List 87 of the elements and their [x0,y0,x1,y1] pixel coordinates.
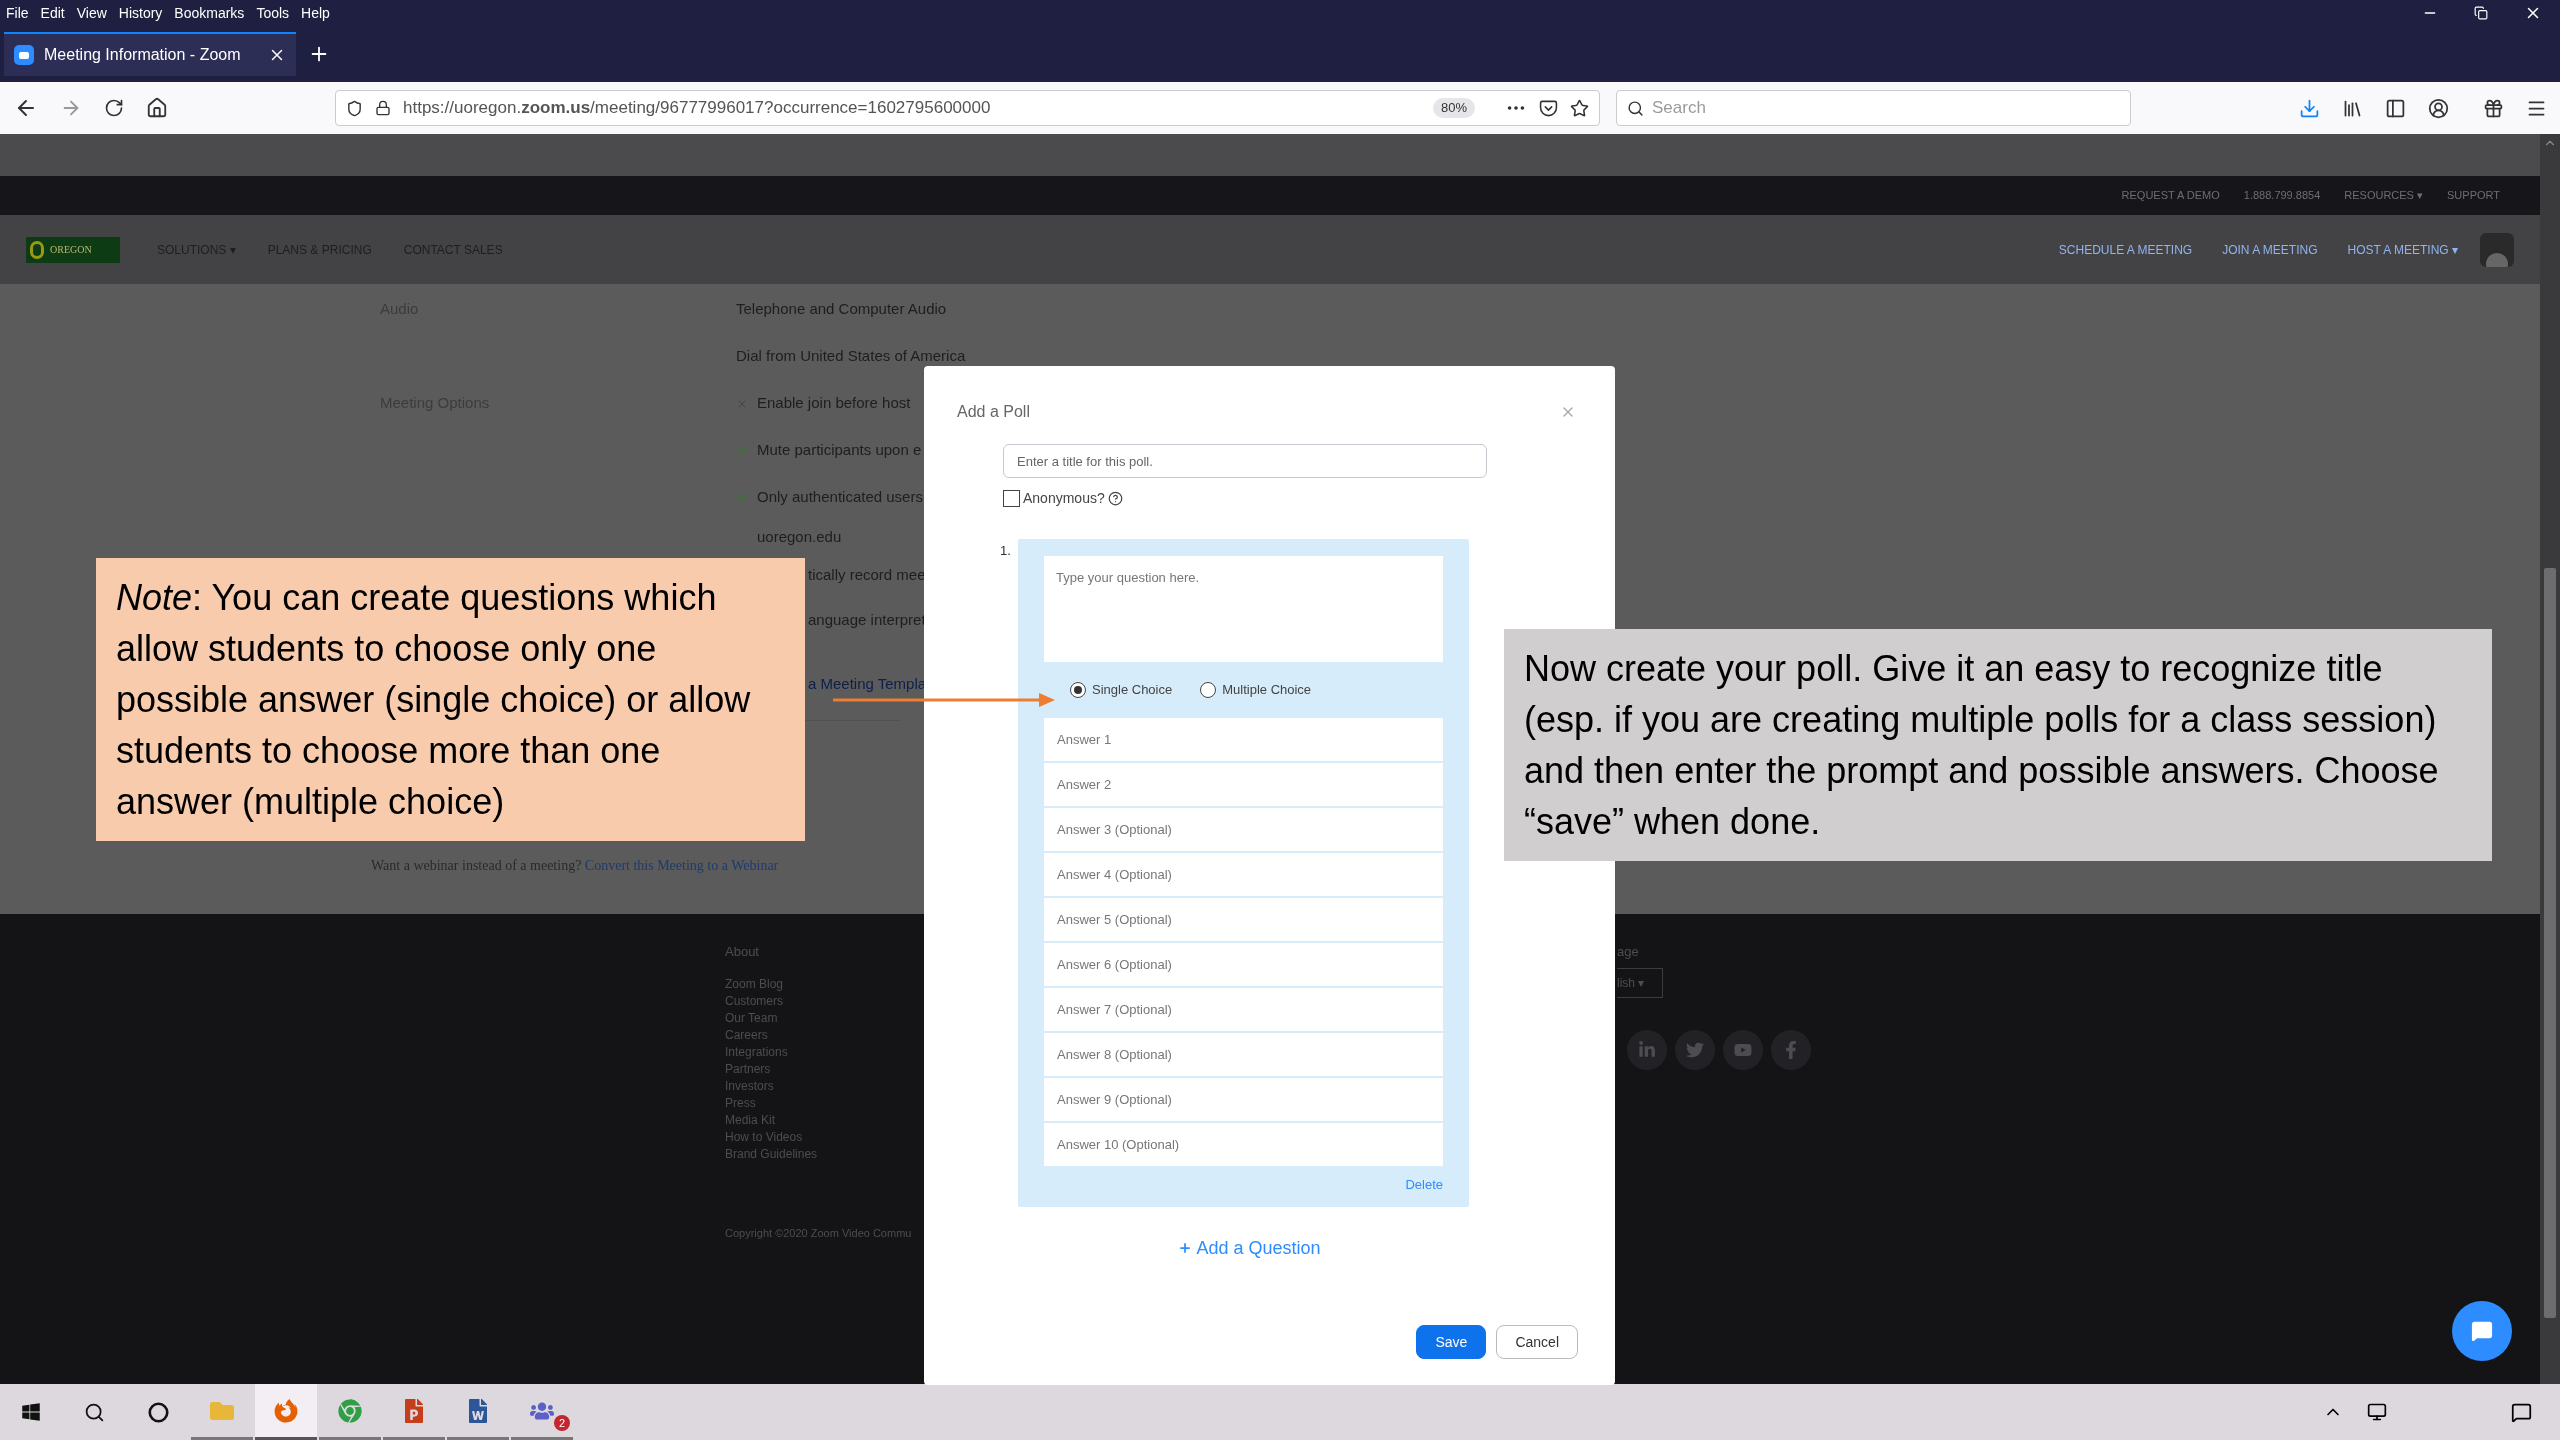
taskbar-button[interactable]: 2 [511,1384,573,1440]
gift-icon[interactable] [2483,97,2504,119]
menu-item[interactable]: Help [301,2,330,24]
menu-item[interactable]: Tools [256,2,290,24]
shield-icon[interactable] [346,99,363,117]
lock-icon [375,100,391,116]
reload-icon[interactable] [104,98,124,118]
scrollbar[interactable] [2540,134,2560,1384]
answer-field[interactable]: Answer 6 (Optional) [1044,943,1443,986]
account-icon[interactable] [2428,97,2449,119]
browser-tab[interactable]: Meeting Information - Zoom [4,32,296,76]
university-logo[interactable]: OREGON [26,236,120,263]
option-text: Only authenticated users [757,487,923,508]
radio-label[interactable]: Multiple Choice [1222,680,1312,700]
nav-link[interactable]: SCHEDULE A MEETING [2058,240,2193,259]
chat-icon [2471,1320,2493,1342]
top-link[interactable]: RESOURCES ▾ [2344,187,2423,204]
checkbox[interactable] [1003,490,1020,507]
menu-item[interactable]: History [118,2,163,24]
poll-title-field[interactable]: Enter a title for this poll. [1003,444,1487,478]
taskbar-button[interactable] [255,1384,317,1440]
answer-field[interactable]: Answer 9 (Optional) [1044,1078,1443,1121]
question-field[interactable]: Type your question here. [1044,556,1443,662]
add-question-link[interactable]: Add a Question [1178,1234,1321,1262]
option-text: Dial from United States of America [736,346,966,367]
answer-field[interactable]: Answer 3 (Optional) [1044,808,1443,851]
menu-item[interactable]: View [76,2,107,24]
help-icon[interactable] [1107,491,1123,506]
option-text: tically record mee [808,565,926,586]
option-text: Enable join before host [757,393,911,414]
copyright-text: Copyright ©2020 Zoom Video Commu [725,1225,913,1241]
star-icon[interactable] [1570,98,1589,118]
scrollbar-thumb[interactable] [2544,568,2556,1318]
answer-field[interactable]: Answer 10 (Optional) [1044,1123,1443,1166]
callout-note: Note: You can create questions which allow students to choose only one possible answer (single choice) or allow students to choose more than one answer (multiple choice) [96,558,805,841]
search-icon [1627,99,1644,117]
home-icon[interactable] [146,97,168,119]
answer-field[interactable]: Answer 1 [1044,718,1443,761]
restore-icon[interactable] [2474,6,2488,20]
pocket-icon[interactable] [1539,98,1558,118]
save-button[interactable]: Save [1416,1325,1487,1359]
top-link[interactable]: 1.888.799.8854 [2243,187,2321,204]
option-text: anguage interpret [808,610,926,631]
search-input[interactable]: Search [1652,95,2120,121]
cancel-button[interactable]: Cancel [1496,1325,1578,1359]
address-bar[interactable]: https://uoregon.zoom.us/meeting/96777996017?occurrence=1602795600000 80% [335,90,1600,126]
menu-item[interactable]: Edit [40,2,65,24]
sidebar-icon[interactable] [2385,97,2406,119]
browser-icon[interactable] [274,1398,298,1423]
radio-label[interactable]: Single Choice [1092,680,1173,700]
option-text: Telephone and Computer Audio [736,299,947,320]
document-icon[interactable] [466,1398,490,1423]
answer-field[interactable]: Answer 7 (Optional) [1044,988,1443,1031]
network-icon[interactable] [2367,1402,2387,1422]
question-number: 1. [1000,542,1012,560]
notification-badge: 2 [554,1415,570,1431]
menu-item[interactable]: Bookmarks [174,2,245,24]
top-link[interactable]: REQUEST A DEMO [2121,187,2220,204]
radio-button[interactable] [1070,682,1086,698]
checkbox-label[interactable]: Anonymous? [1023,488,1105,509]
zoom-level-badge[interactable]: 80% [1432,98,1475,118]
dialog-title: Add a Poll [957,402,1031,422]
top-link[interactable]: SUPPORT [2447,187,2500,204]
nav-link[interactable]: HOST A MEETING ▾ [2347,240,2458,259]
plus-icon [1178,1241,1193,1255]
footer-heading: About [725,943,760,961]
option-text: uoregon.edu [757,526,842,547]
check-icon [736,444,749,457]
check-icon [736,491,749,504]
nav-link[interactable]: JOIN A MEETING [2222,240,2318,259]
answer-field[interactable]: Answer 5 (Optional) [1044,898,1443,941]
callout-note: Now create your poll. Give it an easy to recognize title (esp. if you are creating multiple polls for a class session) and then enter the prompt and possible answers. Choose “save” when done. [1504,629,2492,861]
delete-link[interactable]: Delete [1405,1175,1443,1195]
language-label: age [1617,943,1640,961]
option-text: Mute participants upon e [757,440,922,461]
video-camera-icon [14,45,34,65]
answer-field[interactable]: Answer 2 [1044,763,1443,806]
answer-field[interactable]: Answer 4 (Optional) [1044,853,1443,896]
avatar-silhouette[interactable] [2480,232,2514,267]
search-bar[interactable]: Search [1616,90,2131,126]
notification-icon[interactable] [2511,1401,2532,1423]
download-icon[interactable] [2299,97,2320,119]
url-text: https://uoregon.zoom.us/meeting/96777996017?occurrence=1602795600000 [403,97,992,120]
menu-item[interactable]: File [6,2,29,24]
presentation-icon[interactable] [402,1398,426,1423]
answer-field[interactable]: Answer 8 (Optional) [1044,1033,1443,1076]
radio-button[interactable] [1200,682,1217,698]
